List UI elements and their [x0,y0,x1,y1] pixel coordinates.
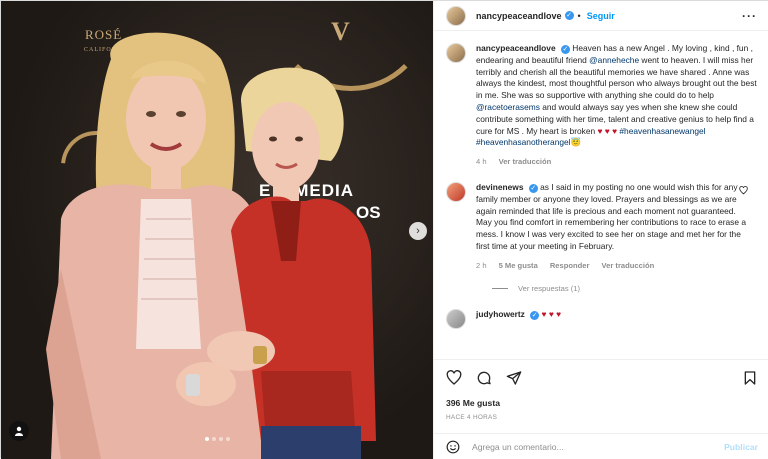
heart-emojis: ♥ ♥ ♥ [597,125,618,136]
like-heart-icon[interactable] [446,370,462,386]
emoji-picker-icon[interactable] [446,440,460,454]
mention-link[interactable]: @racetoerasems [476,102,540,112]
carousel-dot [225,437,230,441]
publish-button[interactable]: Publicar [724,442,758,452]
caption-text: nancypeaceandlove ✓ Heaven has a new Ang… [476,43,757,148]
person-right [207,67,376,459]
post-modal: ROSÉ CALIFORN V E MEDIA OS › nancypeacea… [0,0,768,459]
author-username[interactable]: nancypeaceandlove [476,11,562,21]
likes-count[interactable]: 396 Me gusta [446,398,758,408]
author-avatar[interactable] [446,43,466,63]
follow-button[interactable]: Seguir [587,11,615,21]
save-bookmark-icon[interactable] [742,370,758,386]
separator-dot: • [577,10,581,21]
commenter-username[interactable]: devinenews [476,182,523,192]
replies-line [492,287,508,289]
add-comment-bar: Agrega un comentario... Publicar [434,433,768,459]
commenter-avatar[interactable] [446,308,466,329]
comment-bubble-icon[interactable] [476,370,492,386]
reply-button[interactable]: Responder [550,260,590,272]
caption-username[interactable]: nancypeaceandlove [476,43,556,53]
post-header: nancypeaceandlove ✓ • Seguir ··· [434,1,768,31]
commenter-avatar[interactable] [446,181,466,202]
verified-badge-icon: ✓ [564,11,574,20]
comment-like-heart-icon[interactable] [739,186,748,195]
caption-meta: 4 h Ver traducción [476,156,758,168]
carousel-dot [204,437,209,441]
share-plane-icon[interactable] [506,370,522,386]
carousel-dot [218,437,223,441]
caption-time[interactable]: 4 h [476,156,487,168]
caption: nancypeaceandlove ✓ Heaven has a new Ang… [446,43,758,168]
hashtag-link[interactable]: #heavenhasanotherangel [476,137,571,147]
heart-emojis: ♥ ♥ ♥ [541,308,562,319]
comment-item: devinenews ✓ as I said in my posting no … [446,181,758,272]
translate-link[interactable]: Ver traducción [499,156,552,168]
carousel-dots [1,437,433,441]
hashtag-link[interactable]: #heavenhasanewangel [619,126,705,136]
next-photo-button[interactable]: › [409,222,427,240]
post-photo: ROSÉ CALIFORN V E MEDIA OS › [1,1,433,459]
comment-input[interactable]: Agrega un comentario... [472,442,564,452]
translate-link[interactable]: Ver traducción [601,260,654,272]
commenter-username[interactable]: judyhowertz [476,309,525,319]
view-replies-button[interactable]: Ver respuestas (1) [492,284,758,293]
angel-emoji: 😇 [570,137,581,148]
verified-badge-icon: ✓ [560,45,570,54]
action-icons [446,368,758,388]
verified-badge-icon: ✓ [528,183,538,193]
comment-likes[interactable]: 5 Me gusta [499,260,538,272]
carousel-dot [211,437,216,441]
mention-link[interactable]: @anneheche [589,55,639,65]
comment-text: devinenews ✓ as I said in my posting no … [476,181,746,251]
comment-time[interactable]: 2 h [476,260,487,272]
comments-list: nancypeaceandlove ✓ Heaven has a new Ang… [434,37,768,355]
post-timestamp: HACE 4 HORAS [446,414,498,421]
author-avatar[interactable] [446,5,466,26]
more-options-icon[interactable]: ··· [742,9,757,23]
comment-meta: 2 h 5 Me gusta Responder Ver traducción [476,260,746,272]
post-actions: 396 Me gusta HACE 4 HORAS [434,359,768,421]
comment-item: judyhowertz ✓ ♥ ♥ ♥ [446,308,758,329]
post-details-panel: nancypeaceandlove ✓ • Seguir ··· nancype… [433,1,768,459]
backdrop-logo-letter: V [331,17,351,46]
verified-badge-icon: ✓ [530,310,540,320]
